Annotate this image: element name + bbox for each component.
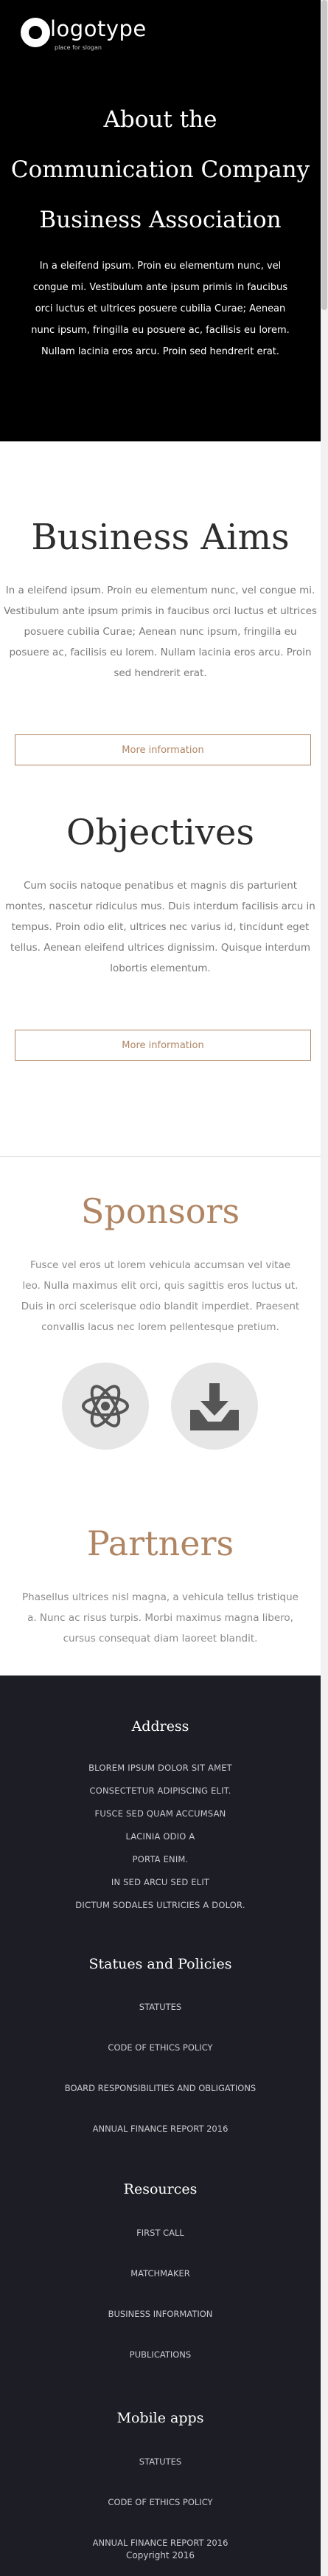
footer-link-ethics-policy[interactable]: CODE OF ETHICS POLICY xyxy=(0,2042,321,2053)
address-line: PORTA ENIM. xyxy=(132,1854,189,1864)
hero-title-line: About the xyxy=(103,106,217,133)
partners-title: Partners xyxy=(86,1523,234,1563)
address-line: IN SED ARCU SED ELIT xyxy=(111,1877,210,1887)
hero-title: About the Communication Company Business… xyxy=(0,94,321,245)
objectives-more-button[interactable]: More information xyxy=(15,1030,311,1061)
sponsor-logo[interactable] xyxy=(62,1363,149,1450)
sponsor-logo[interactable] xyxy=(171,1363,258,1450)
section-divider xyxy=(0,1156,321,1157)
business-aims-title: Business Aims xyxy=(31,517,290,558)
hero-text: In a eleifend ipsum. Proin eu elementum … xyxy=(31,261,290,357)
sponsors-title: Sponsors xyxy=(80,1191,240,1231)
address-line: FUSCE SED QUAM ACCUMSAN xyxy=(94,1808,226,1819)
footer-resources-title: Resources xyxy=(123,2181,198,2197)
address-line: LACINIA ODIO A xyxy=(125,1831,195,1842)
scrollbar-thumb[interactable] xyxy=(321,0,327,310)
hero-title-line: Communication Company xyxy=(10,156,310,183)
download-tray-icon xyxy=(190,1383,239,1430)
logo-text: logotype xyxy=(50,16,147,41)
footer-mobile-title: Mobile apps xyxy=(116,2410,204,2426)
footer-link-business-information[interactable]: BUSINESS INFORMATION xyxy=(0,2309,321,2319)
footer-link-first-call[interactable]: FIRST CALL xyxy=(0,2228,321,2238)
footer-link-publications[interactable]: PUBLICATIONS xyxy=(0,2349,321,2360)
logo[interactable]: logotype place for slogan xyxy=(21,15,146,59)
objectives-text: Cum sociis natoque penatibus et magnis d… xyxy=(5,880,315,974)
business-aims-text: In a eleifend ipsum. Proin eu elementum … xyxy=(4,585,317,679)
hero-title-line: Business Association xyxy=(39,207,282,233)
address-line: DICTUM SODALES ULTRICIES A DOLOR. xyxy=(75,1900,245,1910)
footer-link-mobile-annual-report[interactable]: ANNUAL FINANCE REPORT 2016 xyxy=(0,2538,321,2548)
scrollbar-track[interactable] xyxy=(321,0,328,2576)
logo-mark-icon xyxy=(21,18,50,47)
logo-tagline: place for slogan xyxy=(55,44,102,51)
partners-text: Phasellus ultrices nisl magna, a vehicul… xyxy=(22,1591,299,1645)
atom-icon xyxy=(82,1385,129,1428)
copyright: Copyright 2016 xyxy=(126,2550,195,2560)
page: logotype place for slogan About the Comm… xyxy=(0,0,328,2576)
footer-statutes-title: Statues and Policies xyxy=(88,1956,232,1972)
footer-link-annual-report[interactable]: ANNUAL FINANCE REPORT 2016 xyxy=(0,2124,321,2134)
hero-section: logotype place for slogan About the Comm… xyxy=(0,0,321,441)
objectives-title: Objectives xyxy=(66,812,255,853)
footer-link-statutes[interactable]: STATUTES xyxy=(0,2002,321,2012)
footer-link-mobile-statutes[interactable]: STATUTES xyxy=(0,2456,321,2467)
business-aims-more-button[interactable]: More information xyxy=(15,734,311,765)
footer-link-matchmaker[interactable]: MATCHMAKER xyxy=(0,2268,321,2279)
address-line: BLOREM IPSUM DOLOR SIT AMET xyxy=(88,1763,232,1773)
address-line: CONSECTETUR ADIPISCING ELIT. xyxy=(89,1785,231,1796)
footer-link-board-responsibilities[interactable]: BOARD RESPONSIBILITIES AND OBLIGATIONS xyxy=(0,2083,321,2093)
footer-address-title: Address xyxy=(131,1718,189,1735)
footer: Address BLOREM IPSUM DOLOR SIT AMET CONS… xyxy=(0,1676,321,2576)
footer-link-mobile-ethics-policy[interactable]: CODE OF ETHICS POLICY xyxy=(0,2497,321,2507)
sponsors-text: Fusce vel eros ut lorem vehicula accumsa… xyxy=(21,1259,300,1333)
